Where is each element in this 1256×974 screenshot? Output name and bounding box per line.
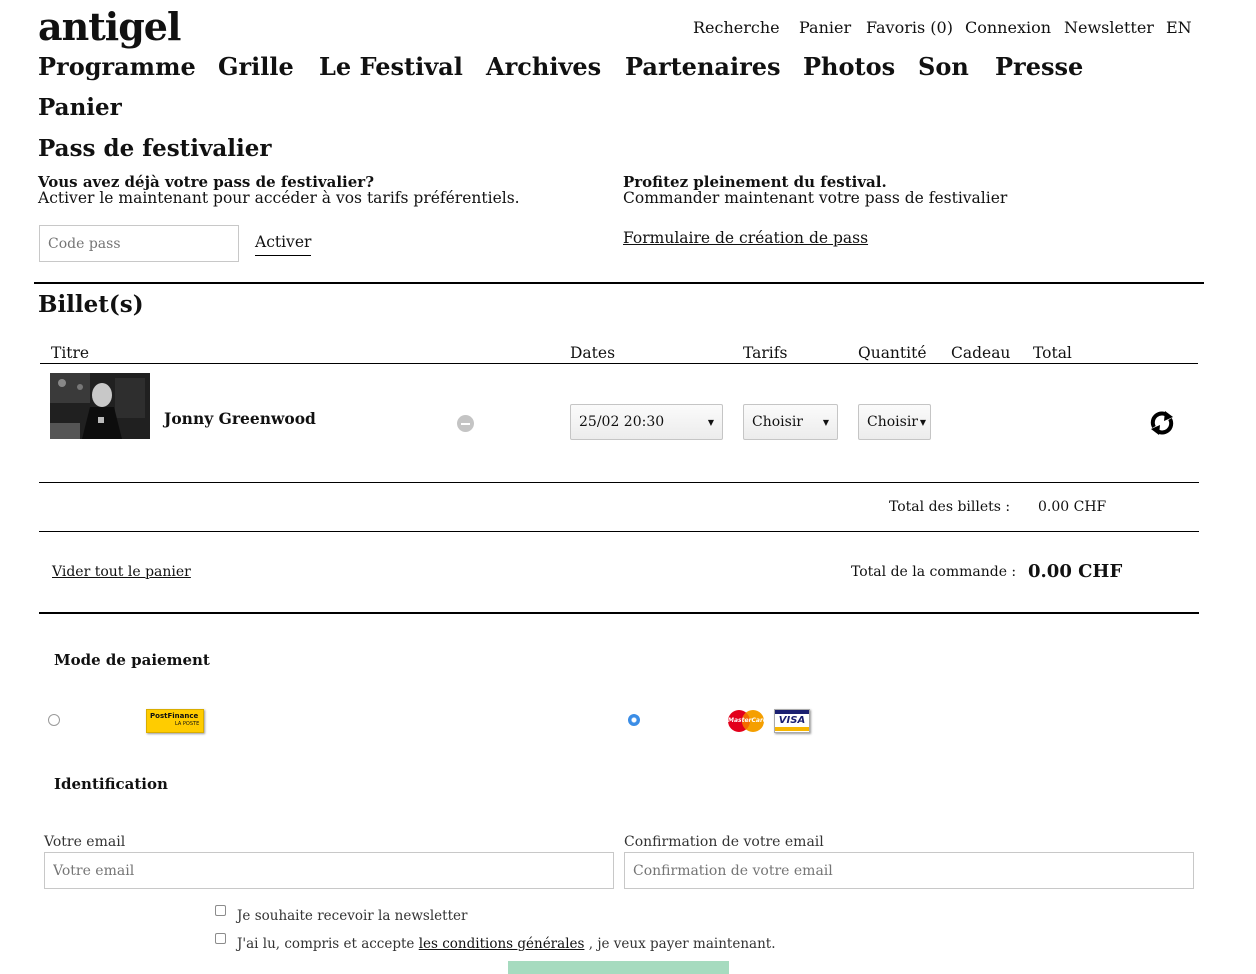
topnav-panier[interactable]: Panier	[799, 18, 851, 37]
date-select-value: 25/02 20:30	[579, 414, 665, 430]
col-header-titre: Titre	[51, 344, 90, 362]
col-header-dates: Dates	[570, 344, 616, 362]
terms-link[interactable]: les conditions générales	[419, 936, 585, 952]
site-logo[interactable]: antigel	[38, 4, 181, 49]
nav-partenaires[interactable]: Partenaires	[625, 52, 781, 81]
activate-pass-button[interactable]: Activer	[255, 233, 312, 256]
email-label: Votre email	[44, 834, 126, 850]
nav-programme[interactable]: Programme	[38, 52, 196, 81]
row-divider	[39, 531, 1199, 532]
card-radio[interactable]	[628, 714, 640, 726]
tarif-select[interactable]: Choisir ▼	[743, 404, 838, 440]
section-divider	[39, 612, 1199, 614]
chevron-down-icon: ▼	[919, 417, 926, 427]
header-divider	[40, 363, 1198, 364]
date-select[interactable]: 25/02 20:30 ▼	[570, 404, 723, 440]
terms-prefix: J'ai lu, compris et accepte	[237, 936, 415, 952]
postfinance-logo-text: PostFinance	[150, 712, 199, 720]
terms-suffix: , je veux payer maintenant.	[588, 936, 776, 952]
quantity-select[interactable]: Choisir ▼	[858, 404, 931, 440]
pass-left-text: Activer le maintenant pour accéder à vos…	[38, 189, 520, 207]
email-input[interactable]	[44, 852, 614, 889]
topnav-recherche[interactable]: Recherche	[693, 18, 780, 37]
section-divider	[34, 282, 1204, 284]
pass-form-link[interactable]: Formulaire de création de pass	[623, 229, 868, 247]
postfinance-logo-sub: LA POSTE	[175, 721, 200, 727]
row-divider	[39, 482, 1199, 483]
order-total-label: Total de la commande :	[851, 564, 1017, 580]
pass-code-input[interactable]	[39, 225, 239, 262]
terms-checkbox[interactable]	[215, 933, 226, 944]
mastercard-logo-text: MasterCard	[728, 717, 768, 724]
visa-logo-text: VISA	[778, 715, 806, 726]
topnav-newsletter[interactable]: Newsletter	[1064, 18, 1154, 37]
nav-photos[interactable]: Photos	[803, 52, 895, 81]
identification-title: Identification	[54, 775, 168, 793]
col-header-tarifs: Tarifs	[743, 344, 788, 362]
nav-grille[interactable]: Grille	[218, 52, 294, 81]
quantity-select-value: Choisir	[867, 414, 918, 430]
confirm-email-input[interactable]	[624, 852, 1194, 889]
payment-section-title: Mode de paiement	[54, 651, 210, 669]
remove-ticket-icon[interactable]	[457, 415, 474, 432]
newsletter-label: Je souhaite recevoir la newsletter	[237, 908, 468, 924]
postfinance-radio[interactable]	[48, 714, 60, 726]
tarif-select-value: Choisir	[752, 414, 803, 430]
tickets-total-label: Total des billets :	[889, 499, 1011, 515]
event-title[interactable]: Jonny Greenwood	[164, 409, 316, 428]
col-header-total: Total	[1033, 344, 1072, 362]
order-total-value: 0.00 CHF	[1028, 561, 1123, 582]
topnav-favoris[interactable]: Favoris (0)	[866, 18, 953, 37]
visa-logo[interactable]: VISA	[774, 709, 810, 733]
empty-cart-link[interactable]: Vider tout le panier	[52, 564, 191, 580]
pass-section-title: Pass de festivalier	[38, 135, 272, 162]
newsletter-checkbox[interactable]	[215, 905, 226, 916]
page-title: Panier	[38, 94, 122, 121]
nav-son[interactable]: Son	[918, 52, 969, 81]
chevron-down-icon: ▼	[822, 417, 829, 427]
pass-right-text: Commander maintenant votre pass de festi…	[623, 189, 1008, 207]
nav-le-festival[interactable]: Le Festival	[319, 52, 463, 81]
topnav-language[interactable]: EN	[1166, 18, 1192, 37]
event-thumbnail[interactable]	[50, 373, 150, 439]
refresh-icon[interactable]	[1147, 408, 1177, 438]
terms-label: J'ai lu, compris et accepte les conditio…	[237, 936, 775, 952]
tickets-total-value: 0.00 CHF	[1038, 499, 1107, 515]
nav-presse[interactable]: Presse	[995, 52, 1083, 81]
pay-button[interactable]	[508, 961, 729, 974]
col-header-quantite: Quantité	[858, 344, 927, 362]
postfinance-logo[interactable]: PostFinance LA POSTE	[146, 709, 204, 733]
col-header-cadeau: Cadeau	[951, 344, 1011, 362]
chevron-down-icon: ▼	[707, 417, 714, 427]
tickets-section-title: Billet(s)	[38, 291, 144, 318]
mastercard-logo[interactable]: MasterCard	[727, 709, 768, 733]
confirm-email-label: Confirmation de votre email	[624, 834, 824, 850]
topnav-connexion[interactable]: Connexion	[965, 18, 1051, 37]
nav-archives[interactable]: Archives	[486, 52, 601, 81]
